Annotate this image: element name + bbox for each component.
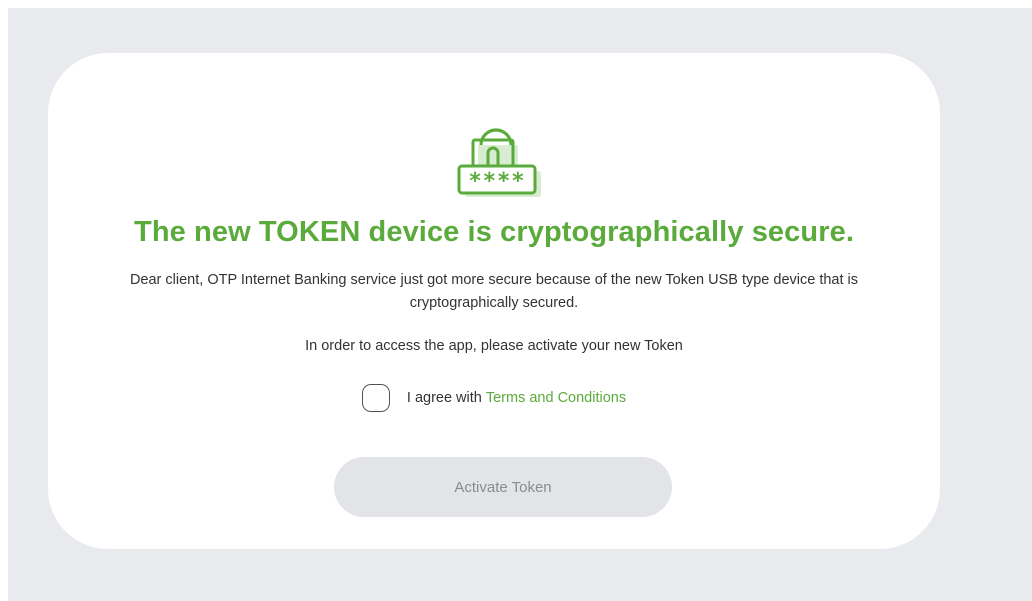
page-title: The new TOKEN device is cryptographicall… xyxy=(134,216,854,248)
intro-text: Dear client, OTP Internet Banking servic… xyxy=(129,272,859,311)
password-mask-text: **** xyxy=(469,169,526,194)
activation-instruction: In order to access the app, please activ… xyxy=(305,338,683,354)
terms-checkbox[interactable] xyxy=(361,384,390,412)
agree-label: I agree with xyxy=(406,390,482,406)
activate-token-button[interactable]: Activate Token xyxy=(334,457,672,517)
terms-link[interactable]: Terms and Conditions xyxy=(486,390,626,406)
lock-password-icon: **** xyxy=(457,128,541,197)
page-background: **** The new TOKEN device is cryptograph… xyxy=(8,8,1032,601)
terms-agreement-row: I agree with Terms and Conditions xyxy=(48,382,940,414)
token-activation-card: **** The new TOKEN device is cryptograph… xyxy=(48,53,940,549)
